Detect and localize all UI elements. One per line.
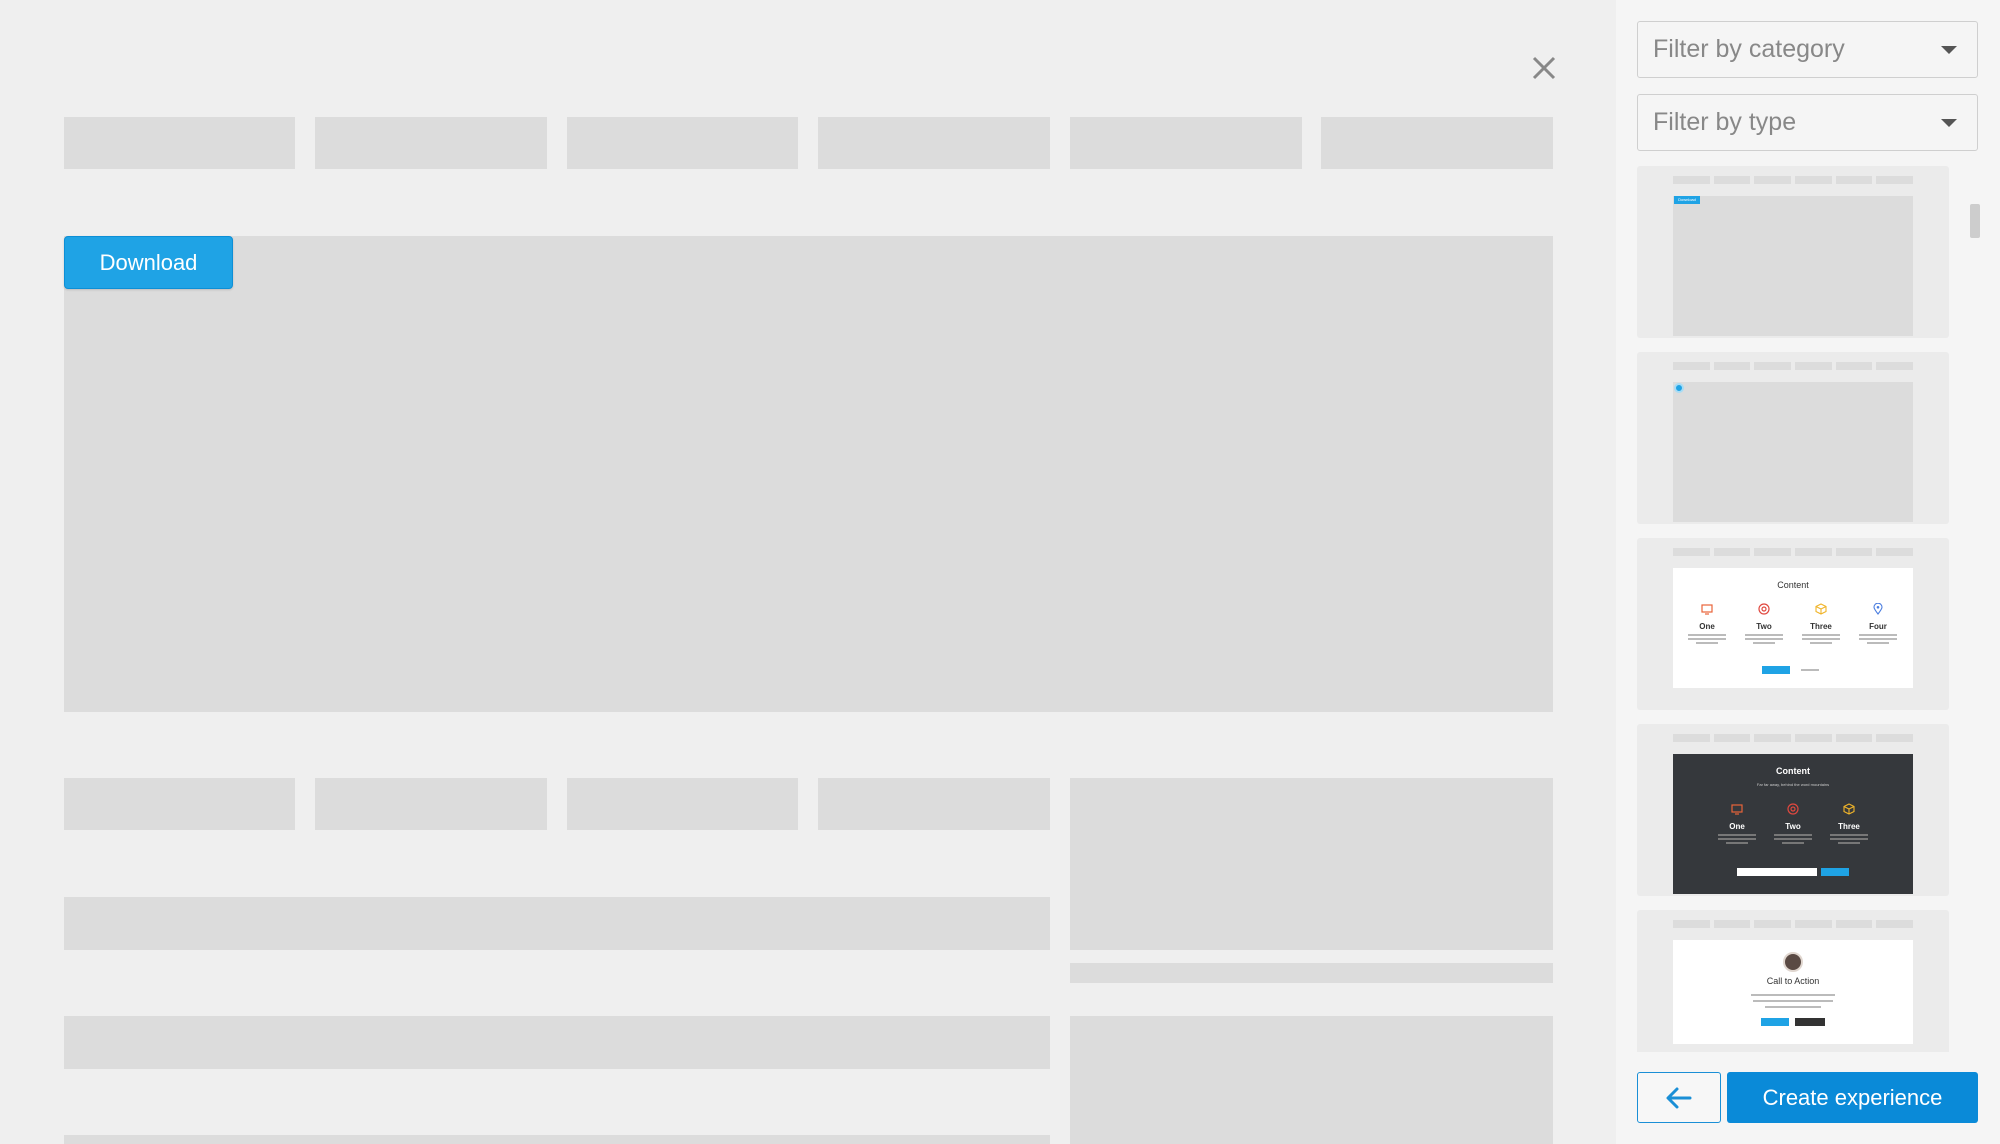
mini-preview: [1673, 382, 1913, 522]
mini-nav: [1673, 920, 1914, 928]
filter-category-select[interactable]: Filter by category: [1637, 21, 1978, 78]
mini-preview: Content Far far away, behind the word mo…: [1673, 754, 1913, 894]
content-placeholder: [1070, 778, 1553, 950]
nav-placeholder: [315, 117, 547, 169]
mini-nav: [1673, 734, 1914, 742]
beacon-dot: [1674, 383, 1684, 393]
mini-subheading: Far far away, behind the word mountains: [1756, 782, 1830, 787]
template-card[interactable]: Download: [1637, 166, 1949, 338]
template-list[interactable]: Download Content One Two Three Four Cont…: [1637, 166, 1949, 1052]
content-placeholder: [64, 1016, 1050, 1069]
chevron-down-icon: [1941, 119, 1957, 127]
mini-primary-button: [1821, 868, 1849, 876]
mini-text-line: [1753, 1000, 1833, 1002]
hero-placeholder: [64, 236, 1553, 712]
content-placeholder: [315, 778, 547, 830]
template-card[interactable]: Content One Two Three Four: [1637, 538, 1949, 710]
mini-heading: Content: [1776, 766, 1810, 776]
lifebuoy-icon: [1787, 803, 1799, 815]
mini-column: Three: [1797, 602, 1845, 644]
create-experience-button[interactable]: Create experience: [1727, 1072, 1978, 1123]
cube-icon: [1843, 803, 1855, 815]
download-button[interactable]: Download: [64, 236, 233, 289]
mini-text-line: [1765, 1006, 1821, 1008]
lifebuoy-icon: [1758, 603, 1770, 615]
mini-column: One: [1683, 602, 1731, 644]
arrow-left-icon: [1666, 1087, 1692, 1108]
mini-text-line: [1751, 994, 1835, 996]
mini-column: One: [1713, 802, 1761, 844]
content-placeholder: [818, 778, 1050, 830]
mini-email-input: [1737, 868, 1817, 876]
template-card[interactable]: [1637, 352, 1949, 524]
chevron-down-icon: [1941, 46, 1957, 54]
nav-placeholder: [567, 117, 798, 169]
scrollbar-thumb[interactable]: [1970, 204, 1980, 238]
close-icon[interactable]: [1526, 50, 1562, 86]
mini-secondary-button: [1795, 1018, 1825, 1026]
template-sidebar: Filter by category Filter by type Downlo…: [1616, 0, 2000, 1144]
mini-column: Two: [1740, 602, 1788, 644]
nav-placeholder: [64, 117, 295, 169]
mini-column: Two: [1769, 802, 1817, 844]
back-button[interactable]: [1637, 1072, 1721, 1123]
mini-link: [1801, 669, 1819, 671]
monitor-icon: [1731, 804, 1743, 815]
mini-nav: [1673, 362, 1914, 370]
filter-type-select[interactable]: Filter by type: [1637, 94, 1978, 151]
mini-column: Three: [1825, 802, 1873, 844]
mini-nav: [1673, 176, 1914, 184]
nav-placeholder: [818, 117, 1050, 169]
mini-preview: Download: [1673, 196, 1913, 336]
mini-preview: Call to Action: [1673, 940, 1913, 1044]
monitor-icon: [1701, 604, 1713, 615]
avatar: [1783, 952, 1803, 972]
content-placeholder: [64, 897, 1050, 950]
mini-primary-button: [1762, 666, 1790, 674]
content-placeholder: [64, 778, 295, 830]
mini-nav: [1673, 548, 1914, 556]
mini-column: Four: [1854, 602, 1902, 644]
cube-icon: [1815, 603, 1827, 615]
mini-primary-button: [1761, 1018, 1789, 1026]
content-placeholder: [1070, 963, 1553, 983]
content-placeholder: [567, 778, 798, 830]
mini-heading: Content: [1777, 580, 1809, 590]
map-pin-icon: [1873, 602, 1883, 615]
filter-category-label: Filter by category: [1653, 35, 1845, 63]
nav-placeholder: [1321, 117, 1553, 169]
content-placeholder: [1070, 1016, 1553, 1144]
filter-type-label: Filter by type: [1653, 108, 1797, 136]
content-placeholder: [64, 1135, 1050, 1144]
nav-placeholder: [1070, 117, 1302, 169]
mini-heading: Call to Action: [1766, 976, 1820, 986]
template-card[interactable]: Content Far far away, behind the word mo…: [1637, 724, 1949, 896]
mini-preview: Content One Two Three Four: [1673, 568, 1913, 688]
mini-download-badge: Download: [1674, 196, 1700, 204]
template-card[interactable]: Call to Action: [1637, 910, 1949, 1052]
scrollbar-track[interactable]: [1970, 166, 1980, 1052]
